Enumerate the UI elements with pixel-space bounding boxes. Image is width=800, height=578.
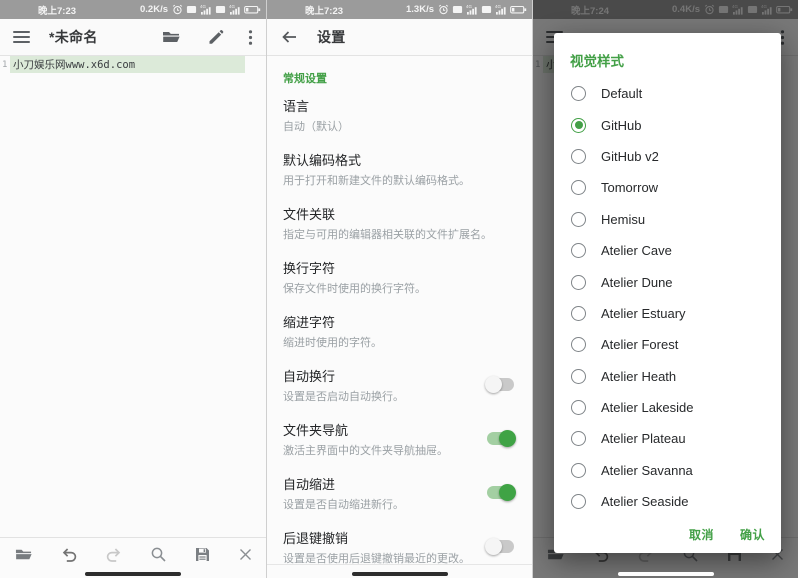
close-icon[interactable] [238,547,253,562]
svg-text:4G: 4G [495,4,501,9]
settings-screen: 晚上7:23 1.3K/s 4G 4G 设置 常规设置 语言 自动（默认） 默 [266,0,532,578]
section-header: 常规设置 [283,57,516,88]
undo-icon[interactable] [60,546,78,562]
redo-icon [105,546,123,562]
folder-navigation-toggle[interactable] [487,432,514,445]
theme-option-atelier-forest[interactable]: Atelier Forest [554,329,781,360]
theme-option-github[interactable]: GitHub [554,109,781,140]
search-icon[interactable] [150,546,167,563]
theme-option-list: Default GitHub GitHub v2 Tomorrow Hemisu… [554,78,781,517]
line-text: 小刀娱乐网www.x6d.com [10,56,245,73]
edit-icon[interactable] [207,29,224,46]
setting-default-encoding[interactable]: 默认编码格式 用于打开和新建文件的默认编码格式。 [283,142,516,196]
triple-screenshot: 晚上7:23 0.2K/s 4G 4G *未命名 1 小刀娱乐网www.x6d. [0,0,800,578]
clock-text: 晚上7:23 [305,3,343,17]
svg-text:4G: 4G [229,4,235,9]
radio-icon[interactable] [571,337,586,352]
radio-icon[interactable] [571,212,586,227]
status-bar: 晚上7:23 1.3K/s 4G 4G [267,0,532,19]
editor-bottom-toolbar [0,537,266,570]
hd-icon [215,4,226,15]
battery-icon [244,4,261,15]
theme-option-github-v2[interactable]: GitHub v2 [554,141,781,172]
dialog-actions: 取消 确认 [689,526,765,543]
signal-4g-icon: 4G [495,4,507,15]
radio-icon[interactable] [571,149,586,164]
more-icon[interactable] [248,29,253,46]
clock-text: 晚上7:23 [38,3,76,17]
theme-dialog-screen: 晚上7:24 0.4K/s 4G 4G 1 小刀娱乐网www.x6d.com [532,0,798,578]
editor-app-bar: *未命名 [0,19,266,56]
theme-option-atelier-plateau[interactable]: Atelier Plateau [554,423,781,454]
theme-option-tomorrow[interactable]: Tomorrow [554,172,781,203]
radio-icon[interactable] [571,86,586,101]
save-icon[interactable] [194,546,211,563]
radio-icon[interactable] [571,494,586,509]
back-arrow-icon[interactable] [280,28,298,46]
battery-icon [510,4,527,15]
setting-indent-char[interactable]: 缩进字符 缩进时使用的字符。 [283,304,516,358]
setting-auto-indent[interactable]: 自动缩进 设置是否自动缩进新行。 [283,466,516,520]
radio-icon[interactable] [571,118,586,133]
settings-list: 常规设置 语言 自动（默认） 默认编码格式 用于打开和新建文件的默认编码格式。 … [267,57,532,578]
radio-icon[interactable] [571,463,586,478]
radio-icon[interactable] [571,243,586,258]
hd-icon [186,4,197,15]
status-bar: 晚上7:23 0.2K/s 4G 4G [0,0,266,19]
net-speed-text: 0.2K/s [140,4,168,15]
menu-icon[interactable] [13,31,30,43]
dialog-title: 视觉样式 [554,50,781,70]
theme-option-atelier-heath[interactable]: Atelier Heath [554,361,781,392]
gesture-pill[interactable] [352,572,448,576]
radio-icon[interactable] [571,180,586,195]
document-title: *未命名 [49,27,98,47]
svg-text:4G: 4G [466,4,472,9]
page-title: 设置 [317,27,346,47]
gesture-pill[interactable] [618,572,714,576]
radio-icon[interactable] [571,369,586,384]
cancel-button[interactable]: 取消 [689,526,714,543]
signal-4g-icon: 4G [200,4,212,15]
setting-back-key-undo[interactable]: 后退键撤销 设置是否使用后退键撤销最近的更改。 [283,520,516,574]
radio-icon[interactable] [571,306,586,321]
line-number: 1 [0,60,10,70]
theme-option-atelier-seaside[interactable]: Atelier Seaside [554,486,781,517]
radio-icon[interactable] [571,431,586,446]
theme-option-atelier-savanna[interactable]: Atelier Savanna [554,455,781,486]
back-key-undo-toggle[interactable] [487,540,514,553]
confirm-button[interactable]: 确认 [740,526,765,543]
code-line-1[interactable]: 1 小刀娱乐网www.x6d.com [0,57,266,72]
svg-text:4G: 4G [200,4,206,9]
settings-app-bar: 设置 [267,19,532,56]
setting-word-wrap[interactable]: 自动换行 设置是否启动自动换行。 [283,358,516,412]
hd-icon [452,4,463,15]
editor-text-area[interactable]: 1 小刀娱乐网www.x6d.com [0,57,266,536]
hd-icon [481,4,492,15]
theme-option-atelier-dune[interactable]: Atelier Dune [554,266,781,297]
alarm-icon [172,4,183,15]
divider [267,564,532,565]
setting-folder-navigation[interactable]: 文件夹导航 激活主界面中的文件夹导航抽屉。 [283,412,516,466]
editor-screen: 晚上7:23 0.2K/s 4G 4G *未命名 1 小刀娱乐网www.x6d. [0,0,266,578]
open-folder-icon[interactable] [14,546,33,563]
visual-style-dialog: 视觉样式 Default GitHub GitHub v2 Tomorrow H… [554,33,781,553]
theme-option-hemisu[interactable]: Hemisu [554,204,781,235]
setting-file-association[interactable]: 文件关联 指定与可用的编辑器相关联的文件扩展名。 [283,196,516,250]
setting-line-ending[interactable]: 换行字符 保存文件时使用的换行字符。 [283,250,516,304]
radio-icon[interactable] [571,400,586,415]
theme-option-atelier-lakeside[interactable]: Atelier Lakeside [554,392,781,423]
theme-option-atelier-estuary[interactable]: Atelier Estuary [554,298,781,329]
word-wrap-toggle[interactable] [487,378,514,391]
auto-indent-toggle[interactable] [487,486,514,499]
theme-option-atelier-cave[interactable]: Atelier Cave [554,235,781,266]
theme-option-default[interactable]: Default [554,78,781,109]
alarm-icon [438,4,449,15]
radio-icon[interactable] [571,275,586,290]
net-speed-text: 1.3K/s [406,4,434,15]
signal-4g-icon: 4G [229,4,241,15]
signal-4g-icon: 4G [466,4,478,15]
setting-language[interactable]: 语言 自动（默认） [283,88,516,142]
gesture-pill[interactable] [85,572,181,576]
open-folder-icon[interactable] [161,28,181,46]
